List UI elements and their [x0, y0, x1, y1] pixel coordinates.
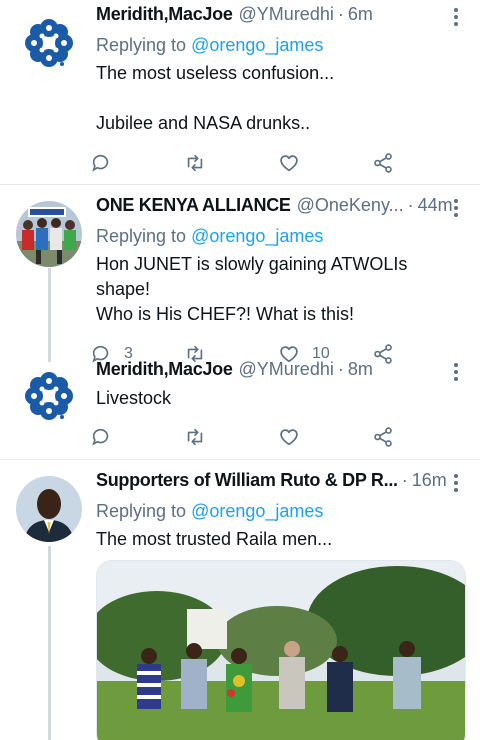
timestamp[interactable]: 6m [348, 4, 373, 25]
logo-avatar-icon [16, 10, 82, 76]
more-icon[interactable] [454, 363, 460, 383]
replying-to: Replying to @orengo_james [96, 496, 466, 526]
author-name[interactable]: Supporters of William Ruto & DP R... [96, 470, 398, 491]
separator-dot: · [407, 195, 414, 215]
avatar[interactable] [16, 476, 82, 542]
tweet-text-line: The most trusted Raila men... [96, 529, 333, 549]
tweet[interactable]: Meridith,MacJoe @YMuredhi · 8m Livestock [0, 355, 480, 459]
tweet-text: The most useless confusion... Jubilee an… [96, 61, 466, 136]
timestamp[interactable]: 8m [348, 359, 373, 380]
avatar[interactable] [16, 201, 82, 267]
tweet[interactable]: ONE KENYA ALLIANCE @OneKeny... · 44m Rep… [0, 185, 480, 364]
avatar[interactable] [16, 10, 82, 76]
replying-to-label: Replying to [96, 501, 192, 521]
tweet-header: Supporters of William Ruto & DP R... · 1… [96, 466, 466, 496]
reply-mention-link[interactable]: @orengo_james [191, 226, 323, 246]
avatar[interactable] [16, 363, 82, 429]
replying-to: Replying to @orengo_james [96, 221, 466, 251]
more-icon[interactable] [454, 8, 460, 28]
author-handle[interactable]: @OneKeny... [297, 195, 404, 216]
tweet-header: Meridith,MacJoe @YMuredhi · 6m [96, 0, 466, 30]
replying-to-label: Replying to [96, 35, 192, 55]
retweet-icon [187, 428, 203, 446]
author-name[interactable]: ONE KENYA ALLIANCE [96, 195, 291, 216]
author-handle[interactable]: @YMuredhi [239, 359, 334, 380]
reply-icon [92, 428, 109, 446]
portrait-avatar-icon [16, 476, 82, 542]
tweet-header: ONE KENYA ALLIANCE @OneKeny... · 44m [96, 191, 466, 221]
tweet-text-line: The most useless confusion... [96, 63, 335, 83]
tweet-text: Livestock [96, 386, 466, 411]
author-name[interactable]: Meridith,MacJoe [96, 4, 233, 25]
separator-dot: · [337, 359, 344, 379]
separator-dot: · [337, 4, 344, 24]
tweet-text-line: Who is His CHEF?! What is this! [96, 304, 355, 324]
replying-to-label: Replying to [96, 226, 192, 246]
share-button[interactable] [372, 152, 466, 174]
like-icon [280, 155, 298, 172]
timestamp[interactable]: 16m [412, 470, 447, 491]
reply-icon [92, 154, 109, 172]
reply-mention-link[interactable]: @orengo_james [191, 35, 323, 55]
tweet-actions [90, 419, 466, 455]
tweet-text-line: Jubilee and NASA drunks.. [96, 113, 311, 133]
tweet-photo[interactable] [96, 560, 466, 740]
tweet-actions [90, 145, 466, 181]
like-button[interactable] [278, 426, 372, 448]
reply-mention-link[interactable]: @orengo_james [191, 501, 323, 521]
tweet-text: The most trusted Raila men... [96, 527, 466, 552]
like-icon [280, 429, 298, 446]
more-icon[interactable] [454, 199, 460, 219]
retweet-icon [187, 154, 203, 172]
tweet[interactable]: Meridith,MacJoe @YMuredhi · 6m Replying … [0, 0, 480, 184]
tweet-feed: Meridith,MacJoe @YMuredhi · 6m Replying … [0, 0, 480, 740]
tweet-text-line: Livestock [96, 388, 172, 408]
replying-to: Replying to @orengo_james [96, 30, 466, 60]
share-icon [374, 153, 392, 173]
reply-button[interactable] [90, 426, 184, 448]
author-name[interactable]: Meridith,MacJoe [96, 359, 233, 380]
retweet-button[interactable] [184, 152, 278, 174]
timestamp[interactable]: 44m [418, 195, 453, 216]
share-icon [374, 427, 392, 447]
author-handle[interactable]: @YMuredhi [239, 4, 334, 25]
reply-button[interactable] [90, 152, 184, 174]
more-icon[interactable] [454, 474, 460, 494]
logo-avatar-icon [16, 363, 82, 429]
separator-dot: · [401, 470, 408, 490]
group-photo-image [97, 561, 465, 740]
tweet-header: Meridith,MacJoe @YMuredhi · 8m [96, 355, 466, 385]
retweet-button[interactable] [184, 426, 278, 448]
tweet[interactable]: Supporters of William Ruto & DP R... · 1… [0, 460, 480, 740]
tweet-text-line: Hon JUNET is slowly gaining ATWOLIs shap… [96, 254, 408, 299]
like-button[interactable] [278, 152, 372, 174]
share-button[interactable] [372, 426, 466, 448]
group-photo-avatar-icon [16, 201, 82, 267]
tweet-text: Hon JUNET is slowly gaining ATWOLIs shap… [96, 252, 466, 327]
